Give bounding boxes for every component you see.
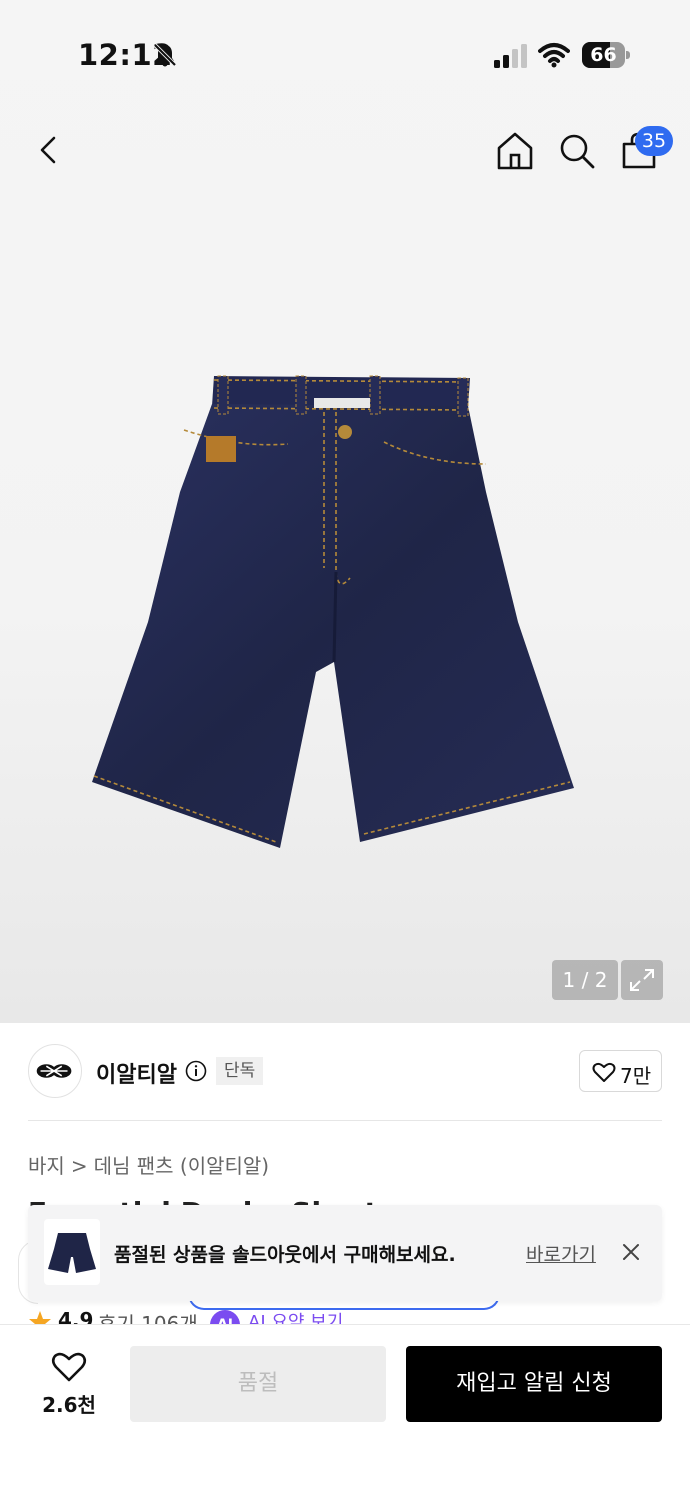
brand-logo[interactable] [28,1044,82,1098]
brand-like-count: 7만 [620,1064,652,1088]
product-image-denim-shorts[interactable] [88,372,580,850]
heart-outline-icon [592,1062,616,1082]
star-icon [29,1311,51,1324]
expand-image-button[interactable] [621,960,663,1000]
denim-shorts-thumbnail [48,1233,96,1273]
status-bar: 12:12 66 [0,0,690,110]
expand-icon [630,969,654,991]
restock-alert-button[interactable]: 재입고 알림 신청 [406,1346,662,1422]
battery-icon: 66 [582,42,630,68]
search-icon[interactable] [556,130,598,172]
back-arrow-icon[interactable] [28,128,72,172]
brand-name[interactable]: 이알티알 [96,1057,177,1089]
cellular-signal-icon [494,44,527,68]
soldout-button[interactable]: 품절 [130,1346,386,1422]
toast-product-thumbnail [44,1219,100,1285]
brand-like-button[interactable]: 7만 [579,1050,662,1092]
image-page-counter: 1 / 2 [552,960,618,1000]
close-icon[interactable] [620,1241,642,1263]
toast-go-link[interactable]: 바로가기 [526,1240,596,1267]
battery-level-text: 66 [590,44,617,66]
review-count[interactable]: 후기 106개 [98,1308,198,1324]
wifi-icon [538,43,570,68]
brand-logo-mark [36,1064,72,1078]
bottom-action-bar: 2.6천 품절 재입고 알림 신청 [0,1324,690,1500]
breadcrumb-subcategory[interactable]: 데님 팬츠 (이알티알) [94,1154,270,1178]
heart-outline-icon [51,1352,87,1382]
toast-message: 품절된 상품을 솔드아웃에서 구매해보세요. [114,1244,456,1266]
breadcrumb: 바지 > 데님 팬츠 (이알티알) [28,1150,269,1179]
breadcrumb-category[interactable]: 바지 [28,1154,65,1178]
info-icon[interactable] [185,1060,207,1082]
chevron-right-icon: > [70,1154,88,1178]
divider [28,1120,662,1121]
rating-row: 4.9 후기 106개 AI AI 요약 보기 [28,1302,662,1324]
home-icon[interactable] [494,130,536,172]
ai-summary-link[interactable]: AI 요약 보기 [248,1308,343,1324]
cart-count-badge[interactable]: 35 [635,126,673,156]
wishlist-button[interactable]: 2.6천 [30,1347,108,1421]
exclusive-badge: 단독 [216,1057,264,1085]
rating-value: 4.9 [58,1308,94,1324]
wishlist-count: 2.6천 [42,1393,96,1417]
soldout-toast: 품절된 상품을 솔드아웃에서 구매해보세요. 바로가기 [28,1205,662,1301]
bell-off-icon [153,43,177,67]
ai-badge: AI [210,1310,240,1324]
